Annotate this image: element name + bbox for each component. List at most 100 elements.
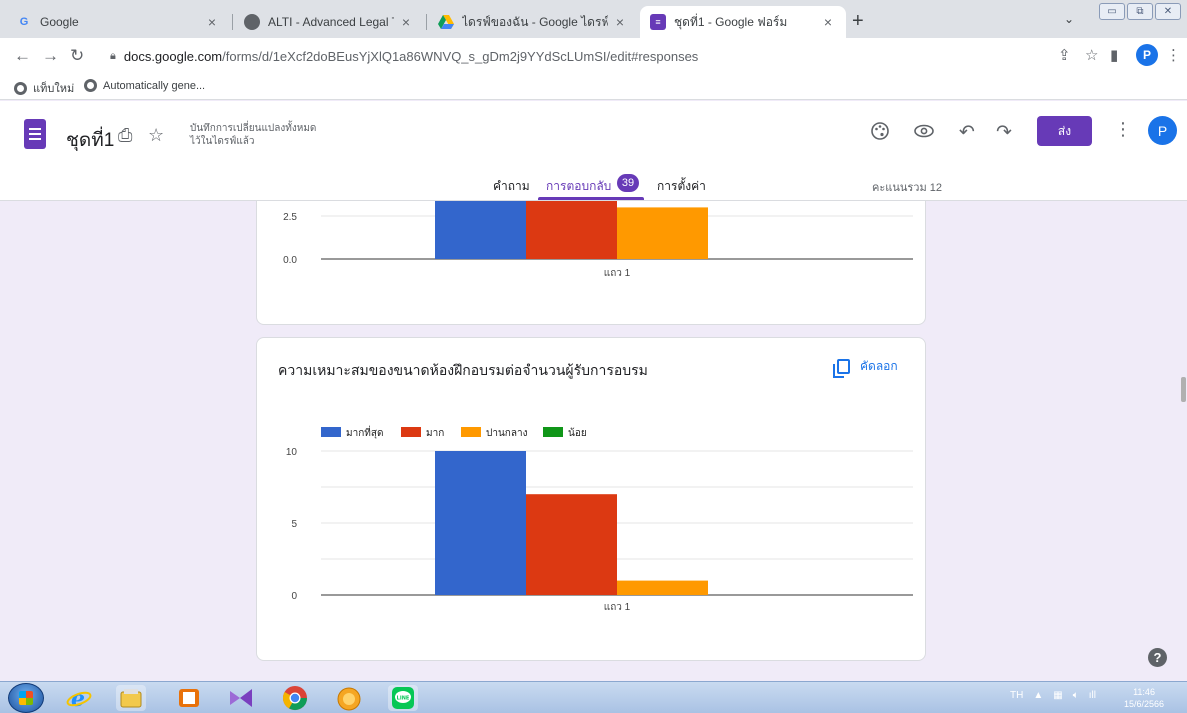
line-icon[interactable]: LINE: [388, 685, 418, 711]
url-host: docs.google.com: [123, 48, 223, 64]
tab-title: Google: [40, 15, 79, 29]
bar-2[interactable]: [526, 494, 617, 595]
tab-questions[interactable]: คำถาม: [493, 177, 530, 196]
close-icon[interactable]: ×: [204, 14, 220, 30]
bar-1[interactable]: [435, 451, 526, 595]
bar-3[interactable]: [617, 580, 708, 595]
chrome-icon[interactable]: [280, 685, 310, 711]
undo-icon[interactable]: ↶: [959, 121, 975, 144]
media-icon[interactable]: [174, 685, 204, 711]
tab-title: ชุดที่1 - Google ฟอร์ม: [674, 14, 788, 29]
signal-icon[interactable]: ıll: [1089, 690, 1096, 701]
bookmarks-bar: แท็บใหม่ Automatically gene...: [0, 74, 1187, 100]
system-tray: TH ▲ ▦ 🔈︎ ıll: [1010, 690, 1096, 701]
tab-divider: [426, 14, 427, 30]
browser-menu-icon[interactable]: ⋮: [1166, 46, 1181, 64]
ie-icon[interactable]: e: [64, 685, 94, 711]
clock-time: 11:46: [1133, 687, 1155, 697]
app-icon[interactable]: [334, 685, 364, 711]
form-title[interactable]: ชุดที่1: [66, 125, 114, 155]
bookmark-star-icon[interactable]: ☆: [1085, 46, 1098, 64]
globe-icon: [14, 81, 27, 95]
bar-1[interactable]: [435, 201, 526, 259]
forms-header: ชุดที่1 ⎙ ☆ บันทึกการเปลี่ยนแปลงทั้งหมด …: [0, 101, 1187, 201]
lock-icon: 🔒︎: [110, 49, 116, 62]
svg-text:LINE: LINE: [397, 696, 410, 702]
active-tab-indicator: [538, 197, 644, 200]
forward-arrow-icon[interactable]: →: [42, 46, 59, 66]
bar-chart: 10 5 0 แถว 1 มากที่สุด มาก ปานกลาง น้อย: [286, 425, 913, 613]
google-favicon: G: [19, 16, 29, 28]
redo-icon[interactable]: ↷: [996, 121, 1012, 144]
windows-taskbar: e LINE TH ▲ ▦ 🔈︎ ıll 11:46 15/6/2566: [0, 681, 1187, 713]
language-indicator[interactable]: TH: [1010, 690, 1023, 701]
tab-settings[interactable]: การตั้งค่า: [657, 177, 706, 196]
total-points: คะแนนรวม 12: [872, 182, 943, 194]
reload-icon[interactable]: ↻: [70, 46, 84, 66]
tab-alti[interactable]: ALTI - Advanced Legal Training In ×: [234, 6, 424, 38]
bar-3[interactable]: [617, 207, 708, 259]
close-icon[interactable]: ×: [612, 14, 628, 30]
maximize-button[interactable]: ⧉: [1127, 3, 1153, 20]
legend-label[interactable]: มากที่สุด: [346, 425, 383, 439]
globe-icon: [244, 14, 260, 30]
bar-2[interactable]: [526, 201, 617, 259]
more-options-icon[interactable]: ⋮: [1114, 119, 1132, 140]
y-tick-label: 5: [291, 519, 297, 530]
back-arrow-icon[interactable]: ←: [14, 46, 31, 66]
bookmark-new-tab[interactable]: แท็บใหม่: [14, 79, 74, 97]
close-icon[interactable]: ×: [398, 14, 414, 30]
tab-drive[interactable]: ไดรฟ์ของฉัน - Google ไดรฟ์ ×: [428, 6, 638, 38]
close-icon[interactable]: ×: [820, 14, 836, 30]
y-tick-label: 2.5: [283, 212, 297, 223]
explorer-icon[interactable]: [116, 685, 146, 711]
help-icon[interactable]: ?: [1148, 648, 1167, 667]
tab-forms[interactable]: ≡ ชุดที่1 - Google ฟอร์ม ×: [640, 6, 846, 38]
send-button[interactable]: ส่ง: [1037, 116, 1092, 146]
network-icon[interactable]: ▦: [1053, 690, 1062, 701]
side-panel-icon[interactable]: ▮: [1110, 46, 1118, 64]
responses-content: 2.5 0.0 แถว 1 ความเหมาะสมของขนาดห้องฝึกอบร…: [0, 201, 1187, 669]
save-status: บันทึกการเปลี่ยนแปลงทั้งหมด ไว้ในไดรฟ์แล…: [190, 122, 316, 148]
save-status-line: ไว้ในไดรฟ์แล้ว: [190, 136, 255, 147]
google-drive-icon: [438, 14, 454, 30]
tab-search-chevron-icon[interactable]: ⌄: [1064, 12, 1074, 26]
legend-label[interactable]: มาก: [426, 428, 444, 439]
browser-toolbar: ← → ↻ 🔒︎ docs.google.com/forms/d/1eXcf2d…: [0, 38, 1187, 74]
volume-icon[interactable]: 🔈︎: [1073, 690, 1079, 701]
google-forms-icon: ≡: [650, 14, 666, 30]
move-to-folder-icon[interactable]: ⎙: [118, 125, 132, 146]
legend-label[interactable]: น้อย: [568, 427, 587, 439]
browser-tab-strip: G Google × ALTI - Advanced Legal Trainin…: [0, 0, 1187, 38]
legend-swatch: [321, 427, 341, 437]
google-forms-icon[interactable]: [24, 119, 46, 149]
avatar[interactable]: P: [1148, 116, 1177, 145]
bar-chart: 2.5 0.0 แถว 1: [283, 201, 913, 279]
address-bar[interactable]: 🔒︎ docs.google.com/forms/d/1eXcf2doBEusY…: [100, 43, 1080, 69]
page-scrollbar-thumb[interactable]: [1181, 377, 1186, 402]
tab-responses[interactable]: การตอบกลับ: [546, 177, 611, 196]
save-status-line: บันทึกการเปลี่ยนแปลงทั้งหมด: [190, 123, 317, 134]
taskbar-clock[interactable]: 11:46 15/6/2566: [1124, 686, 1164, 710]
visual-studio-icon[interactable]: [226, 685, 256, 711]
share-icon[interactable]: ⇪: [1058, 46, 1071, 64]
svg-text:e: e: [71, 686, 85, 710]
bookmark-automatically-generated[interactable]: Automatically gene...: [84, 79, 205, 92]
y-tick-label: 0.0: [283, 255, 297, 266]
palette-icon[interactable]: [870, 121, 890, 147]
preview-eye-icon[interactable]: [913, 121, 935, 147]
star-icon[interactable]: ☆: [148, 125, 164, 146]
response-summary-card: ความเหมาะสมของขนาดห้องฝึกอบรมต่อจำนวนผู้…: [256, 337, 926, 661]
show-hidden-icons-icon[interactable]: ▲: [1033, 690, 1043, 701]
close-window-button[interactable]: ✕: [1155, 3, 1181, 20]
tab-divider: [232, 14, 233, 30]
start-button[interactable]: [8, 683, 44, 713]
y-tick-label: 10: [286, 447, 298, 458]
window-controls: ▭ ⧉ ✕: [1099, 3, 1181, 20]
legend-label[interactable]: ปานกลาง: [486, 428, 528, 439]
tab-google[interactable]: G Google ×: [6, 6, 230, 38]
minimize-button[interactable]: ▭: [1099, 3, 1125, 20]
browser-profile-avatar[interactable]: P: [1136, 44, 1158, 66]
new-tab-button[interactable]: +: [852, 10, 864, 33]
legend-swatch: [401, 427, 421, 437]
